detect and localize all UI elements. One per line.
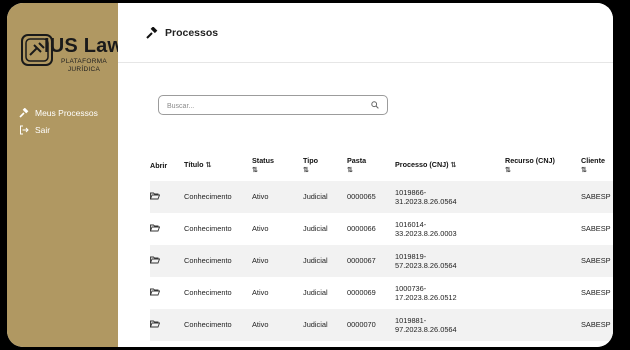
cell-pasta: 0000066 <box>347 224 376 234</box>
column-header-abrir: Abrir <box>150 160 168 170</box>
cell-processo: 1019866- 31.2023.8.26.0564 <box>395 181 505 213</box>
cell-tipo: Judicial <box>303 309 347 341</box>
table-row: Conhecimento Ativo Judicial 0000070 1019… <box>150 309 613 341</box>
cell-cliente: SABESP <box>581 309 613 341</box>
column-header-titulo[interactable]: Título ⇅ <box>184 149 252 181</box>
search-icon[interactable] <box>371 101 379 109</box>
cell-processo: 1019881- 97.2023.8.26.0564 <box>395 309 505 341</box>
cell-status: Ativo <box>252 245 303 277</box>
sidebar-item-label: Meus Processos <box>35 108 98 118</box>
sort-icon[interactable]: ⇅ <box>581 166 587 175</box>
cell-recurso <box>505 181 581 213</box>
cell-titulo: Conhecimento <box>184 309 252 341</box>
sort-icon[interactable]: ⇅ <box>347 166 353 175</box>
gavel-icon <box>146 27 158 39</box>
table-row: Conhecimento Ativo Judicial 0000067 1019… <box>150 245 613 277</box>
cell-titulo: Conhecimento <box>184 288 232 298</box>
cell-recurso <box>505 309 581 341</box>
cell-pasta: 0000065 <box>347 181 395 213</box>
cell-tipo: Judicial <box>303 224 328 234</box>
sort-icon[interactable]: ⇅ <box>303 166 309 175</box>
sort-icon[interactable]: ⇅ <box>206 161 212 170</box>
folder-open-icon[interactable] <box>150 224 160 232</box>
folder-open-icon[interactable] <box>150 192 160 200</box>
cell-cliente: SABESP <box>581 245 613 277</box>
cell-pasta: 0000069 <box>347 288 376 298</box>
cell-recurso <box>505 245 581 277</box>
cell-cliente: SABESP <box>581 288 611 298</box>
cell-recurso <box>505 277 581 309</box>
sidebar: IUS Law PLATAFORMA JURÍDICA Meus Process… <box>7 3 123 347</box>
cell-titulo: Conhecimento <box>184 181 252 213</box>
cell-processo: 1019819- 57.2023.8.26.0564 <box>395 245 505 277</box>
table-header-row: Abrir Título ⇅ Status ⇅ Tipo ⇅ Pasta ⇅ Proc… <box>150 149 613 181</box>
table-row: Conhecimento Ativo Judicial 0000069 1000… <box>150 277 613 309</box>
processes-table: Abrir Título ⇅ Status ⇅ Tipo ⇅ Pasta ⇅ Proc… <box>150 149 613 341</box>
cell-recurso <box>505 213 581 245</box>
sidebar-item-label: Sair <box>35 125 51 135</box>
cell-cliente: SABESP <box>581 181 613 213</box>
cell-status: Ativo <box>252 224 269 234</box>
page-title-text: Processos <box>165 27 219 39</box>
cell-tipo: Judicial <box>303 288 328 298</box>
table-row: Conhecimento Ativo Judicial 0000066 1016… <box>150 213 613 245</box>
cell-status: Ativo <box>252 181 303 213</box>
sidebar-item-sair[interactable]: Sair <box>19 123 50 137</box>
cell-pasta: 0000070 <box>347 309 395 341</box>
sidebar-item-meus-processos[interactable]: Meus Processos <box>19 106 98 120</box>
column-header-recurso[interactable]: Recurso (CNJ) ⇅ <box>505 149 581 181</box>
folder-open-icon[interactable] <box>150 288 160 296</box>
search-input[interactable] <box>165 98 369 114</box>
folder-open-icon[interactable] <box>150 320 160 328</box>
gavel-icon <box>19 108 29 118</box>
sort-icon[interactable]: ⇅ <box>451 161 457 170</box>
logo-title: IUS Law <box>44 35 124 57</box>
sort-icon[interactable]: ⇅ <box>505 166 511 175</box>
cell-processo: 1000736- 17.2023.8.26.0512 <box>395 283 457 303</box>
cell-tipo: Judicial <box>303 245 347 277</box>
cell-status: Ativo <box>252 288 269 298</box>
cell-titulo: Conhecimento <box>184 224 232 234</box>
column-header-cliente[interactable]: Cliente ⇅ <box>581 149 613 181</box>
column-header-status[interactable]: Status ⇅ <box>252 149 303 181</box>
cell-cliente: SABESP <box>581 224 611 234</box>
page-title: Processos <box>146 27 218 39</box>
cell-processo: 1016014- 33.2023.8.26.0003 <box>395 219 457 239</box>
cell-tipo: Judicial <box>303 181 347 213</box>
cell-status: Ativo <box>252 309 303 341</box>
logout-icon <box>20 125 29 135</box>
divider <box>118 62 613 63</box>
sort-icon[interactable]: ⇅ <box>252 166 258 175</box>
cell-pasta: 0000067 <box>347 245 395 277</box>
table-row: Conhecimento Ativo Judicial 0000065 1019… <box>150 181 613 213</box>
search-field[interactable] <box>158 95 388 115</box>
folder-open-icon[interactable] <box>150 256 160 264</box>
app-window: IUS Law PLATAFORMA JURÍDICA Meus Process… <box>7 3 613 347</box>
main-content: Processos Abrir Título ⇅ Status⇅ Tipo⇅ <box>118 3 613 347</box>
logo-subtitle: PLATAFORMA JURÍDICA <box>60 58 108 73</box>
cell-titulo: Conhecimento <box>184 245 252 277</box>
column-header-processo[interactable]: Processo (CNJ) ⇅ <box>395 149 505 181</box>
column-header-tipo[interactable]: Tipo ⇅ <box>303 149 347 181</box>
column-header-pasta[interactable]: Pasta ⇅ <box>347 149 395 181</box>
